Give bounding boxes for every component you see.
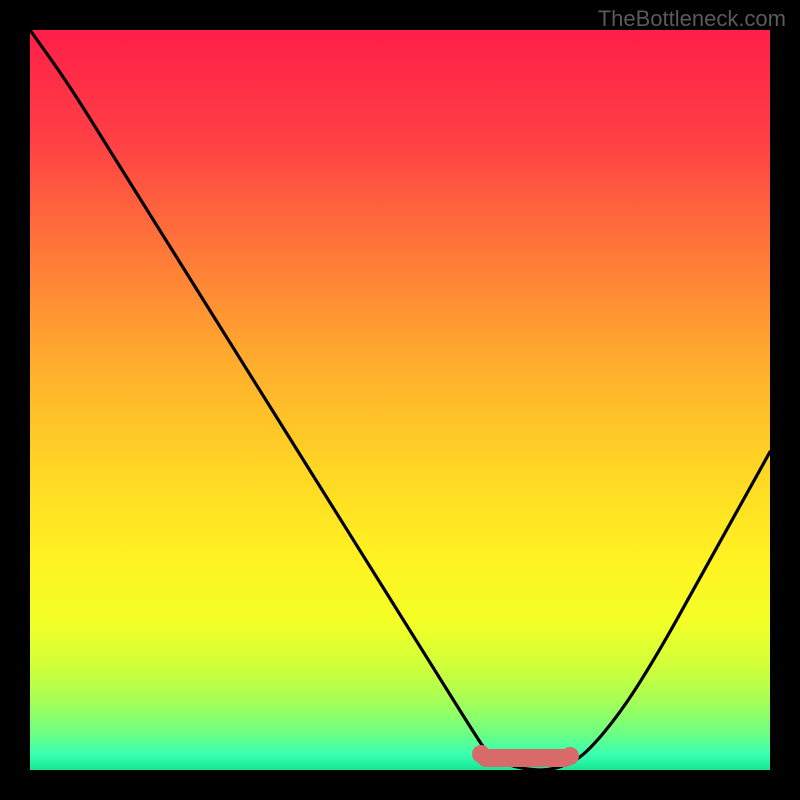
optimal-range-highlight [477,749,574,767]
bottleneck-curve [30,30,770,770]
plot-area [30,30,770,770]
attribution-text: TheBottleneck.com [598,6,786,32]
